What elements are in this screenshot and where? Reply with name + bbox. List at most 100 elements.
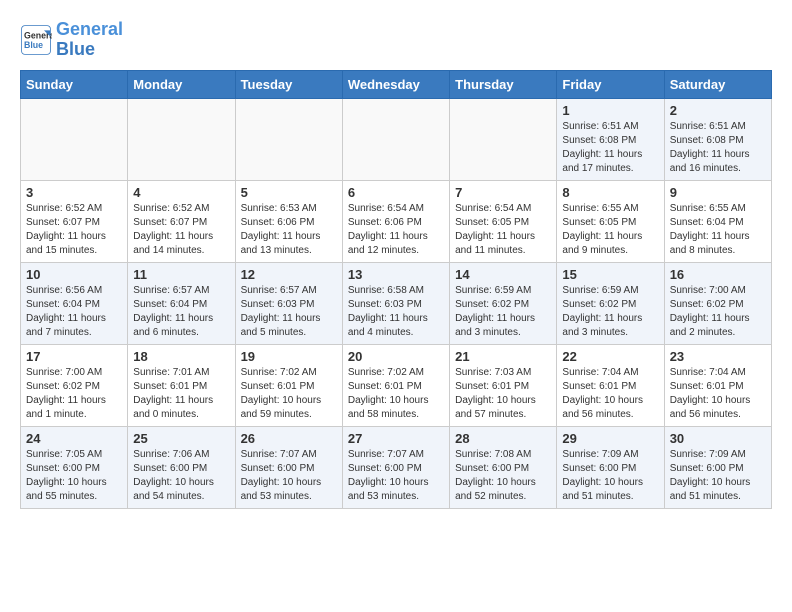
day-cell-16: 16 Sunrise: 7:00 AMSunset: 6:02 PMDayligh…: [664, 262, 771, 344]
day-cell-1: 1 Sunrise: 6:51 AMSunset: 6:08 PMDaylight…: [557, 98, 664, 180]
day-info: Sunrise: 7:04 AMSunset: 6:01 PMDaylight:…: [670, 366, 766, 422]
day-cell-5: 5 Sunrise: 6:53 AMSunset: 6:06 PMDaylight…: [235, 180, 342, 262]
day-cell-9: 9 Sunrise: 6:55 AMSunset: 6:04 PMDaylight…: [664, 180, 771, 262]
day-info: Sunrise: 6:58 AMSunset: 6:03 PMDaylight:…: [348, 284, 444, 340]
day-cell-28: 28 Sunrise: 7:08 AMSunset: 6:00 PMDayligh…: [450, 426, 557, 508]
day-number: 21: [455, 349, 551, 364]
day-number: 1: [562, 103, 658, 118]
day-info: Sunrise: 7:00 AMSunset: 6:02 PMDaylight:…: [26, 366, 122, 422]
week-row-3: 10 Sunrise: 6:56 AMSunset: 6:04 PMDayligh…: [21, 262, 772, 344]
day-info: Sunrise: 7:01 AMSunset: 6:01 PMDaylight:…: [133, 366, 229, 422]
day-cell-4: 4 Sunrise: 6:52 AMSunset: 6:07 PMDaylight…: [128, 180, 235, 262]
day-info: Sunrise: 6:54 AMSunset: 6:06 PMDaylight:…: [348, 202, 444, 258]
day-number: 4: [133, 185, 229, 200]
week-row-4: 17 Sunrise: 7:00 AMSunset: 6:02 PMDayligh…: [21, 344, 772, 426]
day-number: 26: [241, 431, 337, 446]
day-info: Sunrise: 7:09 AMSunset: 6:00 PMDaylight:…: [670, 448, 766, 504]
day-info: Sunrise: 7:02 AMSunset: 6:01 PMDaylight:…: [241, 366, 337, 422]
day-cell-3: 3 Sunrise: 6:52 AMSunset: 6:07 PMDaylight…: [21, 180, 128, 262]
day-number: 22: [562, 349, 658, 364]
day-number: 15: [562, 267, 658, 282]
day-info: Sunrise: 7:06 AMSunset: 6:00 PMDaylight:…: [133, 448, 229, 504]
day-number: 29: [562, 431, 658, 446]
day-info: Sunrise: 7:09 AMSunset: 6:00 PMDaylight:…: [562, 448, 658, 504]
day-number: 14: [455, 267, 551, 282]
day-cell-13: 13 Sunrise: 6:58 AMSunset: 6:03 PMDayligh…: [342, 262, 449, 344]
day-number: 16: [670, 267, 766, 282]
day-cell-10: 10 Sunrise: 6:56 AMSunset: 6:04 PMDayligh…: [21, 262, 128, 344]
day-cell-20: 20 Sunrise: 7:02 AMSunset: 6:01 PMDayligh…: [342, 344, 449, 426]
day-number: 9: [670, 185, 766, 200]
day-number: 8: [562, 185, 658, 200]
day-cell-21: 21 Sunrise: 7:03 AMSunset: 6:01 PMDayligh…: [450, 344, 557, 426]
day-number: 30: [670, 431, 766, 446]
day-number: 12: [241, 267, 337, 282]
day-cell-26: 26Sunrise: 7:07 AMSunset: 6:00 PMDayligh…: [235, 426, 342, 508]
weekday-header-friday: Friday: [557, 70, 664, 98]
weekday-header-thursday: Thursday: [450, 70, 557, 98]
day-cell-15: 15 Sunrise: 6:59 AMSunset: 6:02 PMDayligh…: [557, 262, 664, 344]
day-cell-27: 27 Sunrise: 7:07 AMSunset: 6:00 PMDayligh…: [342, 426, 449, 508]
logo-icon: General Blue: [20, 24, 52, 56]
day-cell-11: 11Sunrise: 6:57 AMSunset: 6:04 PMDayligh…: [128, 262, 235, 344]
day-info: Sunrise: 6:51 AMSunset: 6:08 PMDaylight:…: [562, 120, 658, 176]
day-number: 24: [26, 431, 122, 446]
day-number: 11: [133, 267, 229, 282]
day-cell-19: 19 Sunrise: 7:02 AMSunset: 6:01 PMDayligh…: [235, 344, 342, 426]
day-info: Sunrise: 7:07 AMSunset: 6:00 PMDaylight:…: [348, 448, 444, 504]
day-number: 20: [348, 349, 444, 364]
day-cell-22: 22 Sunrise: 7:04 AMSunset: 6:01 PMDayligh…: [557, 344, 664, 426]
day-number: 6: [348, 185, 444, 200]
day-info: Sunrise: 7:03 AMSunset: 6:01 PMDaylight:…: [455, 366, 551, 422]
day-number: 23: [670, 349, 766, 364]
empty-cell: [450, 98, 557, 180]
day-cell-6: 6 Sunrise: 6:54 AMSunset: 6:06 PMDaylight…: [342, 180, 449, 262]
day-number: 27: [348, 431, 444, 446]
day-number: 7: [455, 185, 551, 200]
week-row-5: 24Sunrise: 7:05 AMSunset: 6:00 PMDayligh…: [21, 426, 772, 508]
day-info: Sunrise: 6:53 AMSunset: 6:06 PMDaylight:…: [241, 202, 337, 258]
day-cell-29: 29 Sunrise: 7:09 AMSunset: 6:00 PMDayligh…: [557, 426, 664, 508]
empty-cell: [21, 98, 128, 180]
day-info: Sunrise: 7:08 AMSunset: 6:00 PMDaylight:…: [455, 448, 551, 504]
day-cell-30: 30 Sunrise: 7:09 AMSunset: 6:00 PMDayligh…: [664, 426, 771, 508]
page-header: General Blue GeneralBlue: [20, 20, 772, 60]
day-info: Sunrise: 6:51 AMSunset: 6:08 PMDaylight:…: [670, 120, 766, 176]
day-number: 13: [348, 267, 444, 282]
day-cell-12: 12 Sunrise: 6:57 AMSunset: 6:03 PMDayligh…: [235, 262, 342, 344]
day-number: 28: [455, 431, 551, 446]
empty-cell: [342, 98, 449, 180]
logo-text: GeneralBlue: [56, 20, 123, 60]
day-number: 5: [241, 185, 337, 200]
empty-cell: [128, 98, 235, 180]
day-info: Sunrise: 6:52 AMSunset: 6:07 PMDaylight:…: [133, 202, 229, 258]
day-number: 3: [26, 185, 122, 200]
weekday-header-monday: Monday: [128, 70, 235, 98]
calendar-table: SundayMondayTuesdayWednesdayThursdayFrid…: [20, 70, 772, 509]
day-number: 2: [670, 103, 766, 118]
day-number: 10: [26, 267, 122, 282]
svg-text:Blue: Blue: [24, 40, 43, 50]
day-info: Sunrise: 6:54 AMSunset: 6:05 PMDaylight:…: [455, 202, 551, 258]
day-info: Sunrise: 7:00 AMSunset: 6:02 PMDaylight:…: [670, 284, 766, 340]
empty-cell: [235, 98, 342, 180]
week-row-2: 3 Sunrise: 6:52 AMSunset: 6:07 PMDaylight…: [21, 180, 772, 262]
day-info: Sunrise: 6:52 AMSunset: 6:07 PMDaylight:…: [26, 202, 122, 258]
day-info: Sunrise: 7:02 AMSunset: 6:01 PMDaylight:…: [348, 366, 444, 422]
day-info: Sunrise: 7:04 AMSunset: 6:01 PMDaylight:…: [562, 366, 658, 422]
logo: General Blue GeneralBlue: [20, 20, 123, 60]
day-info: Sunrise: 6:57 AMSunset: 6:03 PMDaylight:…: [241, 284, 337, 340]
day-number: 19: [241, 349, 337, 364]
day-info: Sunrise: 6:55 AMSunset: 6:04 PMDaylight:…: [670, 202, 766, 258]
day-info: Sunrise: 6:56 AMSunset: 6:04 PMDaylight:…: [26, 284, 122, 340]
day-number: 17: [26, 349, 122, 364]
day-info: Sunrise: 6:59 AMSunset: 6:02 PMDaylight:…: [562, 284, 658, 340]
weekday-header-wednesday: Wednesday: [342, 70, 449, 98]
day-cell-14: 14Sunrise: 6:59 AMSunset: 6:02 PMDayligh…: [450, 262, 557, 344]
day-cell-7: 7 Sunrise: 6:54 AMSunset: 6:05 PMDaylight…: [450, 180, 557, 262]
day-cell-2: 2 Sunrise: 6:51 AMSunset: 6:08 PMDaylight…: [664, 98, 771, 180]
day-cell-25: 25Sunrise: 7:06 AMSunset: 6:00 PMDayligh…: [128, 426, 235, 508]
day-cell-24: 24Sunrise: 7:05 AMSunset: 6:00 PMDayligh…: [21, 426, 128, 508]
day-cell-17: 17 Sunrise: 7:00 AMSunset: 6:02 PMDayligh…: [21, 344, 128, 426]
weekday-header-sunday: Sunday: [21, 70, 128, 98]
